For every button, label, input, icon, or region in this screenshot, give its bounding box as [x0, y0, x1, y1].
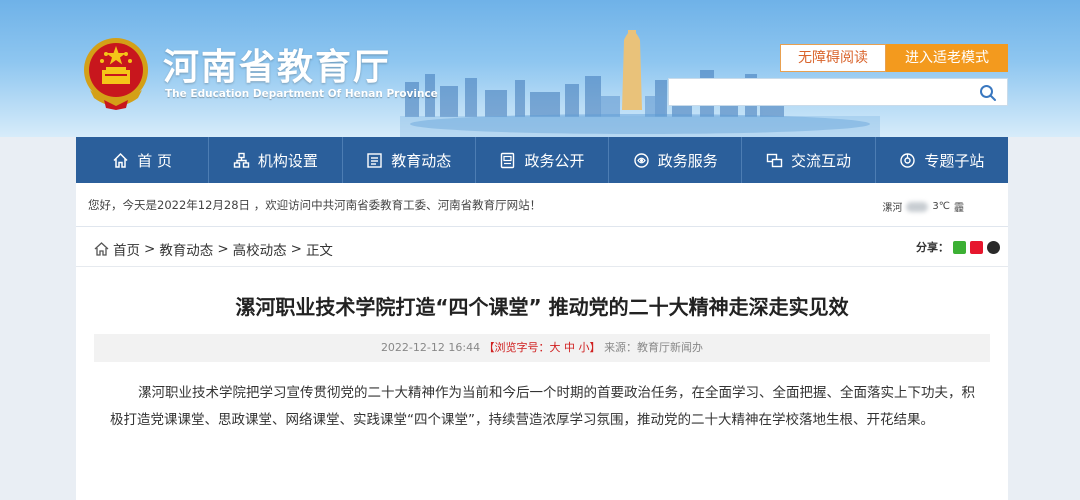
article-meta: 2022-12-12 16:44 【浏览字号：大 中 小】 来源：教育厅新闻办	[94, 334, 990, 362]
breadcrumb-separator: >	[290, 241, 302, 257]
site-title[interactable]: 河南省教育厅	[163, 38, 391, 90]
breadcrumb-separator: >	[217, 241, 229, 257]
nav-item-label: 首 页	[137, 151, 173, 170]
article-container: 首页 > 教育动态 > 高校动态 > 正文 分享： 漯河职业技术学院打造“四个课…	[76, 227, 1008, 500]
nav-item-label: 专题子站	[924, 151, 985, 170]
nav-item-label: 交流互动	[791, 151, 852, 170]
welcome-text: 您好，今天是2022年12月28日 ，欢迎访问中共河南省委教育工委、河南省教育厅…	[88, 198, 542, 212]
breadcrumb-education-news[interactable]: 教育动态	[159, 239, 213, 259]
elder-mode-button[interactable]: 进入适老模式	[886, 44, 1008, 72]
nav-item-home[interactable]: 首 页	[76, 137, 210, 183]
home-icon	[94, 242, 109, 256]
breadcrumb: 首页 > 教育动态 > 高校动态 > 正文	[94, 239, 333, 259]
news-icon	[367, 152, 382, 168]
nav-item-government-services[interactable]: 政务服务	[609, 137, 743, 183]
national-emblem-icon	[84, 38, 148, 110]
article-title: 漯河职业技术学院打造“四个课堂” 推动党的二十大精神走深走实见效	[235, 295, 849, 319]
share-label: 分享：	[916, 241, 949, 254]
weather-icon	[906, 201, 929, 212]
font-size-control[interactable]: 【浏览字号：大 中 小】	[484, 341, 601, 354]
interaction-icon	[766, 153, 783, 167]
nav-item-interaction[interactable]: 交流互动	[742, 137, 876, 183]
site-header: 河南省教育厅 The Education Department Of Henan…	[0, 0, 1080, 137]
nav-item-organization[interactable]: 机构设置	[209, 137, 343, 183]
nav-item-education-news[interactable]: 教育动态	[343, 137, 476, 183]
home-icon	[113, 152, 128, 168]
weather-city: 漯河	[882, 203, 903, 214]
article-date: 2022-12-12 16:44	[380, 341, 481, 354]
weather-widget: 漯河 3℃ 霾	[882, 199, 964, 214]
wechat-share-icon[interactable]	[953, 240, 966, 254]
search-box	[668, 78, 1008, 106]
article-source: 来源：教育厅新闻办	[604, 341, 704, 354]
breadcrumb-home[interactable]: 首页	[113, 239, 140, 259]
breadcrumb-separator: >	[144, 241, 156, 257]
search-input[interactable]	[669, 79, 969, 105]
weibo-share-icon[interactable]	[970, 240, 983, 254]
document-icon	[501, 152, 515, 168]
share-bar: 分享：	[916, 239, 1000, 255]
qq-share-icon[interactable]	[987, 240, 1000, 254]
nav-item-topic-sites[interactable]: 专题子站	[876, 137, 1008, 183]
nav-item-label: 政务公开	[524, 151, 585, 170]
nav-item-government-affairs[interactable]: 政务公开	[476, 137, 610, 183]
nav-item-label: 政务服务	[657, 151, 718, 170]
weather-condition: 霾	[954, 203, 964, 214]
breadcrumb-current: 正文	[305, 243, 333, 259]
topic-icon	[900, 152, 916, 168]
weather-temperature: 3℃	[932, 201, 950, 212]
article-body: 漯河职业技术学院把学习宣传贯彻党的二十大精神作为当前和今后一个时期的首要政治任务…	[110, 385, 975, 428]
barrier-free-button[interactable]: 无障碍阅读	[780, 44, 886, 72]
breadcrumb-university-news[interactable]: 高校动态	[233, 239, 287, 259]
welcome-bar: 您好，今天是2022年12月28日 ，欢迎访问中共河南省委教育工委、河南省教育厅…	[76, 183, 1008, 227]
service-icon	[634, 152, 649, 168]
main-nav: 首 页 机构设置 教育动态 政务公开 政务服务 交流互动 专题子站	[76, 137, 1008, 183]
nav-item-label: 教育动态	[391, 151, 452, 170]
org-chart-icon	[233, 152, 250, 168]
nav-item-label: 机构设置	[257, 151, 318, 170]
search-icon[interactable]	[979, 84, 997, 102]
breadcrumb-bar: 首页 > 教育动态 > 高校动态 > 正文 分享：	[76, 227, 1008, 267]
site-title-english: The Education Department Of Henan Provin…	[165, 88, 438, 100]
